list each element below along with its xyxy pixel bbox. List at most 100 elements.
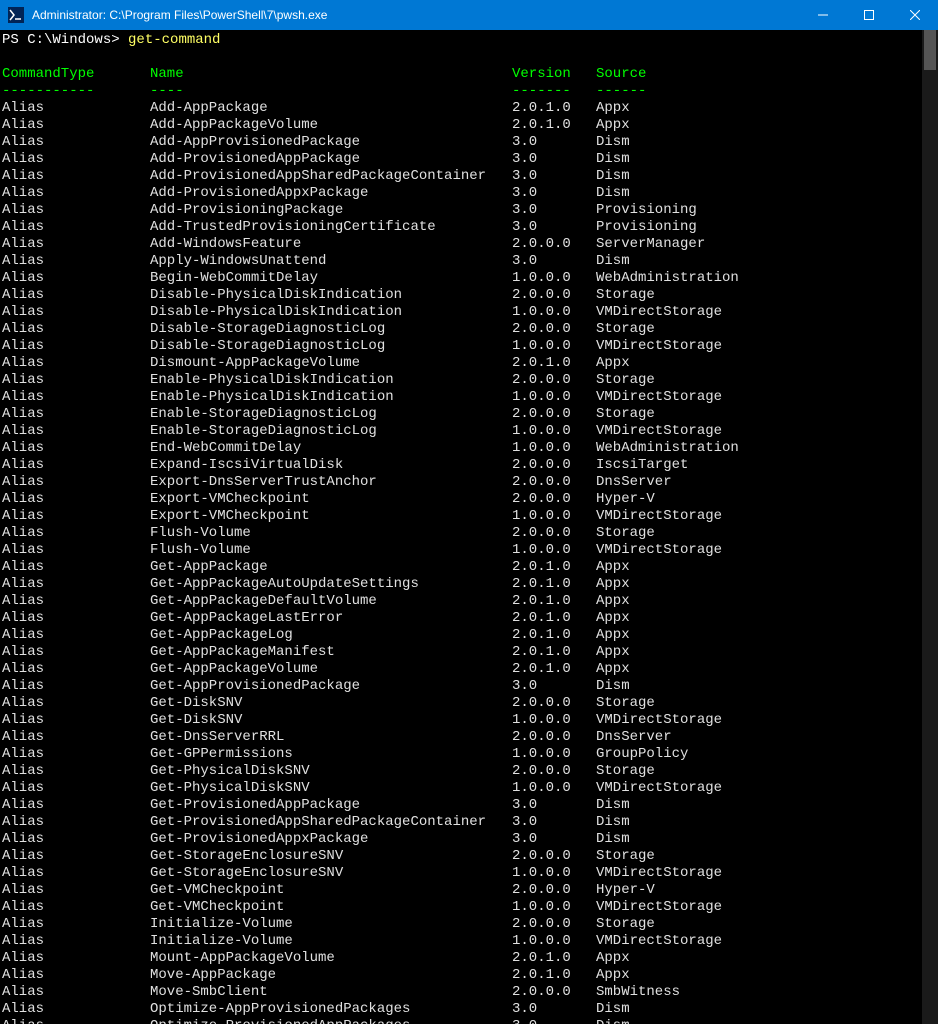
cell-n: Get-DiskSNV: [150, 695, 512, 712]
table-row: AliasOptimize-AppProvisionedPackages3.0D…: [2, 1001, 938, 1018]
cell-v: 3.0: [512, 797, 596, 814]
cell-t: Alias: [2, 763, 150, 780]
minimize-button[interactable]: [800, 0, 846, 30]
cell-t: Alias: [2, 440, 150, 457]
cell-v: 2.0.0.0: [512, 287, 596, 304]
cell-n: Enable-PhysicalDiskIndication: [150, 389, 512, 406]
cell-v: 2.0.0.0: [512, 763, 596, 780]
table-row: AliasExport-DnsServerTrustAnchor2.0.0.0D…: [2, 474, 938, 491]
cell-s: VMDirectStorage: [596, 423, 938, 440]
maximize-button[interactable]: [846, 0, 892, 30]
table-row: AliasOptimize-ProvisionedAppPackages3.0D…: [2, 1018, 938, 1024]
cell-s: DnsServer: [596, 729, 938, 746]
cell-t: Alias: [2, 576, 150, 593]
cell-v: 1.0.0.0: [512, 440, 596, 457]
cell-s: VMDirectStorage: [596, 933, 938, 950]
table-row: AliasGet-AppPackage2.0.1.0Appx: [2, 559, 938, 576]
table-row: AliasAdd-ProvisionedAppxPackage3.0Dism: [2, 185, 938, 202]
cell-v: 2.0.1.0: [512, 950, 596, 967]
cell-n: Export-VMCheckpoint: [150, 508, 512, 525]
table-row: AliasFlush-Volume1.0.0.0VMDirectStorage: [2, 542, 938, 559]
cell-v: 2.0.1.0: [512, 627, 596, 644]
cell-s: Appx: [596, 100, 938, 117]
table-row: AliasAdd-AppPackage2.0.1.0Appx: [2, 100, 938, 117]
cell-s: Storage: [596, 848, 938, 865]
cell-t: Alias: [2, 814, 150, 831]
window-titlebar: Administrator: C:\Program Files\PowerShe…: [0, 0, 938, 30]
underline-name: ----: [150, 83, 512, 100]
table-row: AliasEnable-StorageDiagnosticLog2.0.0.0S…: [2, 406, 938, 423]
header-version: Version: [512, 66, 596, 83]
cell-s: VMDirectStorage: [596, 542, 938, 559]
table-row: AliasAdd-WindowsFeature2.0.0.0ServerMana…: [2, 236, 938, 253]
cell-v: 2.0.1.0: [512, 661, 596, 678]
cell-s: Dism: [596, 1018, 938, 1024]
cell-n: Initialize-Volume: [150, 916, 512, 933]
cell-t: Alias: [2, 355, 150, 372]
cell-s: VMDirectStorage: [596, 304, 938, 321]
cell-s: Provisioning: [596, 219, 938, 236]
cell-t: Alias: [2, 372, 150, 389]
scrollbar-thumb[interactable]: [924, 30, 936, 70]
cell-n: Optimize-AppProvisionedPackages: [150, 1001, 512, 1018]
cell-v: 1.0.0.0: [512, 304, 596, 321]
cell-t: Alias: [2, 933, 150, 950]
vertical-scrollbar[interactable]: [922, 30, 938, 1024]
table-row: AliasExport-VMCheckpoint1.0.0.0VMDirectS…: [2, 508, 938, 525]
table-row: AliasGet-PhysicalDiskSNV1.0.0.0VMDirectS…: [2, 780, 938, 797]
table-header-underlines: ----------- ---- ------- ------: [2, 83, 938, 100]
cell-n: Move-SmbClient: [150, 984, 512, 1001]
cell-n: Add-AppPackage: [150, 100, 512, 117]
cell-t: Alias: [2, 525, 150, 542]
table-row: AliasBegin-WebCommitDelay1.0.0.0WebAdmin…: [2, 270, 938, 287]
cell-t: Alias: [2, 542, 150, 559]
cell-t: Alias: [2, 780, 150, 797]
cell-n: Get-ProvisionedAppxPackage: [150, 831, 512, 848]
cell-v: 2.0.0.0: [512, 491, 596, 508]
table-row: AliasGet-DnsServerRRL2.0.0.0DnsServer: [2, 729, 938, 746]
cell-t: Alias: [2, 389, 150, 406]
cell-v: 3.0: [512, 185, 596, 202]
cell-t: Alias: [2, 746, 150, 763]
cell-t: Alias: [2, 236, 150, 253]
underline-source: ------: [596, 83, 938, 100]
table-row: AliasFlush-Volume2.0.0.0Storage: [2, 525, 938, 542]
cell-n: Get-AppPackageAutoUpdateSettings: [150, 576, 512, 593]
cell-n: Enable-StorageDiagnosticLog: [150, 423, 512, 440]
cell-n: Enable-PhysicalDiskIndication: [150, 372, 512, 389]
cell-t: Alias: [2, 287, 150, 304]
powershell-icon: [8, 7, 24, 23]
cell-t: Alias: [2, 848, 150, 865]
cell-n: Get-DnsServerRRL: [150, 729, 512, 746]
cell-n: Get-VMCheckpoint: [150, 882, 512, 899]
close-button[interactable]: [892, 0, 938, 30]
cell-n: Add-ProvisionedAppPackage: [150, 151, 512, 168]
terminal-area[interactable]: PS C:\Windows> get-command CommandType N…: [0, 30, 938, 1024]
cell-v: 1.0.0.0: [512, 508, 596, 525]
cell-t: Alias: [2, 1001, 150, 1018]
cell-s: ServerManager: [596, 236, 938, 253]
table-row: AliasGet-DiskSNV1.0.0.0VMDirectStorage: [2, 712, 938, 729]
cell-s: Appx: [596, 967, 938, 984]
cell-v: 3.0: [512, 831, 596, 848]
cell-v: 1.0.0.0: [512, 933, 596, 950]
cell-v: 1.0.0.0: [512, 389, 596, 406]
cell-v: 2.0.0.0: [512, 984, 596, 1001]
cell-t: Alias: [2, 644, 150, 661]
cell-t: Alias: [2, 984, 150, 1001]
table-row: AliasMove-SmbClient2.0.0.0SmbWitness: [2, 984, 938, 1001]
cell-s: Dism: [596, 797, 938, 814]
cell-n: Add-ProvisioningPackage: [150, 202, 512, 219]
cell-t: Alias: [2, 831, 150, 848]
cell-s: Dism: [596, 185, 938, 202]
cell-n: Disable-StorageDiagnosticLog: [150, 321, 512, 338]
cell-v: 1.0.0.0: [512, 865, 596, 882]
cell-v: 2.0.1.0: [512, 610, 596, 627]
cell-s: Provisioning: [596, 202, 938, 219]
cell-v: 3.0: [512, 219, 596, 236]
cell-n: Get-PhysicalDiskSNV: [150, 763, 512, 780]
table-headers: CommandType Name Version Source: [2, 66, 938, 83]
cell-n: Add-AppPackageVolume: [150, 117, 512, 134]
cell-n: Move-AppPackage: [150, 967, 512, 984]
cell-t: Alias: [2, 661, 150, 678]
